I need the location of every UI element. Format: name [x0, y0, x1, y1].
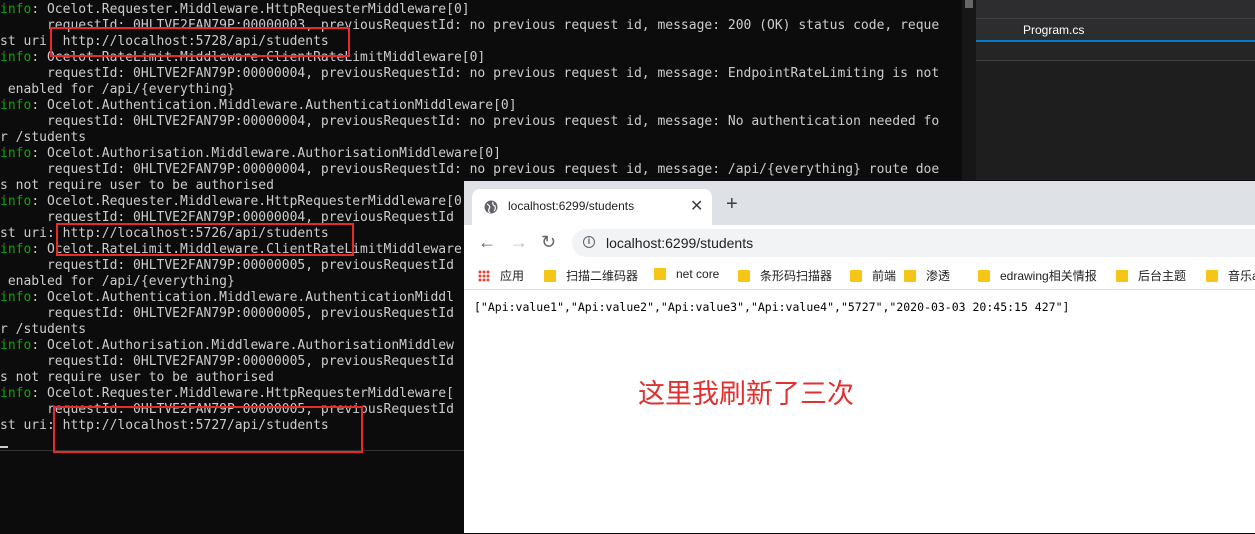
- console-cursor: [0, 446, 8, 448]
- scrollbar-thumb[interactable]: [965, 0, 973, 8]
- annotation-text: 这里我刷新了三次: [638, 379, 854, 410]
- log-text: r /students: [0, 130, 87, 145]
- tab-program-cs[interactable]: Program.cs: [976, 20, 1255, 40]
- folder-icon: [738, 270, 750, 282]
- log-text: enabled for /api/{everything}: [0, 82, 235, 97]
- address-bar[interactable]: i localhost:6299/students: [572, 229, 1255, 257]
- close-icon[interactable]: ✕: [690, 196, 703, 216]
- log-level: info: [0, 290, 32, 305]
- bookmark-label: 条形码扫描器: [760, 269, 833, 283]
- bookmark-label: edrawing相关情报: [1000, 269, 1097, 283]
- folder-icon: [654, 268, 666, 280]
- log-level: info: [0, 98, 32, 113]
- bookmark-label: 前端: [872, 269, 897, 283]
- ide-editor[interactable]: [976, 42, 1255, 180]
- bookmark-item[interactable]: 应用: [478, 267, 524, 283]
- console-line: requestId: 0HLTVE2FAN79P:00000004, previ…: [0, 66, 939, 82]
- new-tab-button[interactable]: +: [726, 194, 738, 214]
- tab-label: Program.cs: [1023, 23, 1085, 37]
- page-content: ["Api:value1","Api:value2","Api:value3",…: [464, 290, 1255, 533]
- address-bar-url: localhost:6299/students: [606, 235, 754, 251]
- highlight-box-5727: [53, 406, 363, 453]
- forward-arrow-icon[interactable]: →: [510, 232, 528, 252]
- console-line: requestId: 0HLTVE2FAN79P:00000004, previ…: [0, 162, 939, 178]
- console-line: info: Ocelot.Authentication.Middleware.A…: [0, 98, 939, 114]
- ide-topbar: [976, 0, 1255, 19]
- log-text: : Ocelot.Requester.Middleware.HttpReques…: [31, 386, 454, 401]
- log-text: requestId: 0HLTVE2FAN79P:00000004, previ…: [0, 162, 940, 177]
- bookmark-item[interactable]: 渗透: [904, 267, 950, 283]
- log-text: : Ocelot.Authentication.Middleware.Authe…: [31, 98, 517, 113]
- console-line: r /students: [0, 130, 939, 146]
- back-arrow-icon[interactable]: ←: [478, 232, 496, 252]
- folder-icon: [904, 270, 916, 282]
- log-text: : Ocelot.Authentication.Middleware.Authe…: [31, 290, 454, 305]
- bookmark-label: 渗透: [926, 269, 951, 283]
- highlight-box-5726: [56, 223, 354, 256]
- log-text: r /students: [0, 322, 87, 337]
- folder-icon: [850, 270, 862, 282]
- log-level: info: [0, 50, 32, 65]
- folder-icon: [544, 270, 556, 282]
- ide-navigation-bar: [976, 42, 1255, 61]
- browser-tab[interactable]: localhost:6299/students ✕: [472, 189, 712, 225]
- log-text: requestId: 0HLTVE2FAN79P:00000005, previ…: [0, 354, 454, 369]
- bookmark-label: 后台主题: [1138, 269, 1187, 283]
- bookmark-label: 扫描二维码器: [566, 269, 639, 283]
- console-line: requestId: 0HLTVE2FAN79P:00000004, previ…: [0, 114, 939, 130]
- log-level: info: [0, 194, 32, 209]
- folder-icon: [978, 270, 990, 282]
- bookmark-label: 音乐a: [1228, 269, 1255, 283]
- bookmark-label: 应用: [500, 269, 525, 283]
- console-empty-area: [0, 450, 464, 534]
- log-level: info: [0, 242, 32, 257]
- log-level: info: [0, 386, 32, 401]
- console-line: enabled for /api/{everything}: [0, 82, 939, 98]
- bookmark-item[interactable]: 前端: [850, 267, 896, 283]
- log-text: : Ocelot.Requester.Middleware.HttpReques…: [31, 2, 470, 17]
- log-text: requestId: 0HLTVE2FAN79P:00000004, previ…: [0, 114, 940, 129]
- bookmark-item[interactable]: net core: [654, 267, 719, 283]
- globe-icon: [484, 200, 498, 214]
- highlight-box-5728: [50, 27, 350, 57]
- console-scrollbar[interactable]: [962, 0, 976, 180]
- console-line: info: Ocelot.Authorisation.Middleware.Au…: [0, 146, 939, 162]
- info-icon[interactable]: i: [583, 236, 595, 248]
- log-text: enabled for /api/{everything}: [0, 274, 235, 289]
- folder-icon: [1206, 270, 1218, 282]
- bookmark-item[interactable]: 扫描二维码器: [544, 267, 638, 283]
- response-json: ["Api:value1","Api:value2","Api:value3",…: [474, 300, 1070, 314]
- log-text: : Ocelot.Authorisation.Middleware.Author…: [31, 338, 454, 353]
- browser-toolbar: ← → ↻ i localhost:6299/students: [464, 225, 1255, 261]
- browser-window: localhost:6299/students ✕ + ← → ↻ i loca…: [464, 181, 1255, 533]
- tab-title: localhost:6299/students: [508, 199, 635, 213]
- browser-tabstrip: localhost:6299/students ✕ +: [464, 181, 1255, 225]
- log-text: requestId: 0HLTVE2FAN79P:00000004, previ…: [0, 66, 940, 81]
- ide-window: Program.cs: [976, 0, 1255, 180]
- log-text: : Ocelot.Authorisation.Middleware.Author…: [31, 146, 501, 161]
- apps-icon: [478, 270, 490, 282]
- log-text: : Ocelot.Requester.Middleware.HttpReques…: [31, 194, 470, 209]
- console-line: info: Ocelot.Requester.Middleware.HttpRe…: [0, 2, 939, 18]
- log-level: info: [0, 146, 32, 161]
- bookmarks-bar: 应用 扫描二维码器 net core 条形码扫描器 前端 渗透 edrawing相关情报 后台…: [464, 261, 1255, 290]
- bookmark-label: net core: [676, 267, 720, 281]
- bookmark-item[interactable]: 音乐a: [1206, 267, 1255, 283]
- log-level: info: [0, 2, 32, 17]
- bookmark-item[interactable]: 后台主题: [1116, 267, 1186, 283]
- log-text: requestId: 0HLTVE2FAN79P:00000005, previ…: [0, 306, 454, 321]
- log-level: info: [0, 338, 32, 353]
- log-text: requestId: 0HLTVE2FAN79P:00000005, previ…: [0, 258, 454, 273]
- reload-icon[interactable]: ↻: [541, 232, 556, 252]
- bookmark-item[interactable]: 条形码扫描器: [738, 267, 832, 283]
- log-text: s not require user to be authorised: [0, 370, 274, 385]
- bookmark-item[interactable]: edrawing相关情报: [978, 267, 1097, 283]
- log-text: s not require user to be authorised: [0, 178, 274, 193]
- folder-icon: [1116, 270, 1128, 282]
